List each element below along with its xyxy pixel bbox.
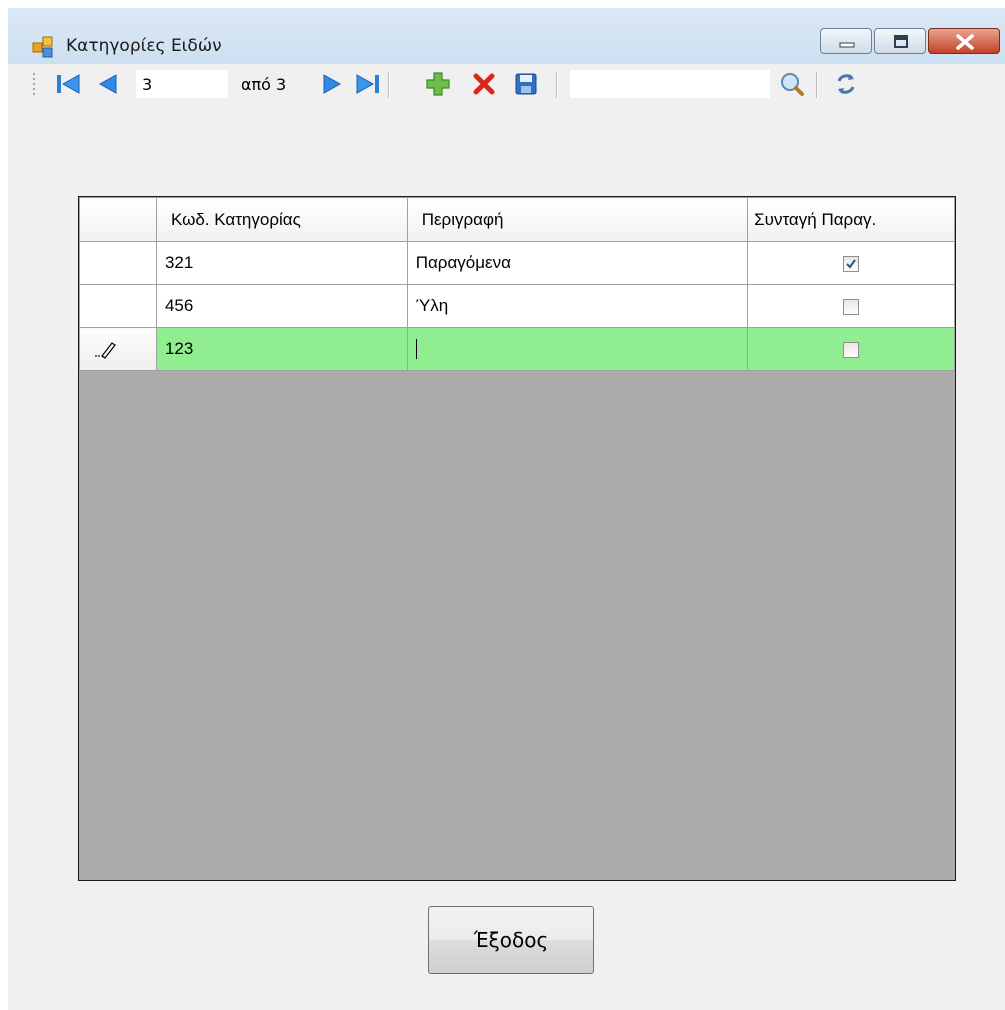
- minimize-button[interactable]: [820, 28, 872, 54]
- cell-code[interactable]: 456: [155, 284, 408, 328]
- toolbar-separator: [556, 72, 558, 98]
- column-header-recipe[interactable]: Συνταγή Παραγ.: [747, 197, 955, 242]
- window-title: Κατηγορίες Ειδών: [66, 36, 222, 56]
- table-row[interactable]: 321 Παραγόμενα: [79, 241, 955, 285]
- window: Κατηγορίες Ειδών 3 από 3 Κωδ. Κατηγορίας…: [8, 8, 1005, 1010]
- search-icon[interactable]: [778, 70, 806, 98]
- refresh-icon[interactable]: [832, 70, 860, 98]
- categories-grid[interactable]: Κωδ. Κατηγορίας Περιγραφή Συνταγή Παραγ.…: [78, 196, 956, 881]
- binding-navigator: από 3: [8, 64, 1005, 104]
- text-caret: [415, 339, 417, 360]
- column-header-description[interactable]: Περιγραφή: [406, 197, 749, 242]
- table-row-editing[interactable]: 123: [79, 327, 955, 371]
- grid-table: Κωδ. Κατηγορίας Περιγραφή Συνταγή Παραγ.…: [79, 197, 955, 371]
- client-area: από 3: [8, 64, 1005, 1010]
- cell-recipe[interactable]: [747, 241, 955, 285]
- title-bar: Κατηγορίες Ειδών: [8, 8, 1005, 64]
- table-row[interactable]: 456 Ύλη: [79, 284, 955, 328]
- move-next-icon[interactable]: [318, 70, 346, 98]
- recipe-checkbox[interactable]: [843, 341, 860, 358]
- cell-code[interactable]: 123: [155, 327, 408, 371]
- grid-header-row: Κωδ. Κατηγορίας Περιγραφή Συνταγή Παραγ.: [79, 197, 955, 242]
- row-header[interactable]: [79, 241, 157, 285]
- app-icon: [32, 36, 53, 58]
- column-header-code[interactable]: Κωδ. Κατηγορίας: [155, 197, 408, 242]
- cell-description[interactable]: Ύλη: [406, 284, 749, 328]
- maximize-button[interactable]: [874, 28, 926, 54]
- delete-icon[interactable]: [470, 70, 498, 98]
- row-header[interactable]: [79, 327, 157, 371]
- minimize-icon: [839, 42, 855, 48]
- row-header[interactable]: [79, 284, 157, 328]
- toolbar-grip[interactable]: [32, 70, 36, 98]
- cell-recipe[interactable]: [747, 284, 955, 328]
- toolbar-separator: [388, 72, 390, 98]
- search-input[interactable]: [570, 70, 770, 98]
- close-button[interactable]: [928, 28, 1000, 54]
- exit-button[interactable]: Έξοδος: [428, 906, 594, 974]
- check-icon: [846, 258, 856, 269]
- position-input[interactable]: [136, 70, 228, 98]
- cell-recipe[interactable]: [747, 327, 955, 371]
- toolbar-separator: [816, 72, 818, 98]
- add-new-icon[interactable]: [424, 70, 452, 98]
- save-icon[interactable]: [512, 70, 540, 98]
- edit-pencil-icon: [95, 342, 116, 359]
- move-last-icon[interactable]: [354, 70, 382, 98]
- move-previous-icon[interactable]: [94, 70, 122, 98]
- close-icon: [956, 34, 974, 50]
- recipe-checkbox[interactable]: [843, 298, 860, 315]
- record-count-label: από 3: [241, 75, 287, 94]
- grid-corner-header[interactable]: [79, 197, 157, 242]
- cell-description[interactable]: Παραγόμενα: [406, 241, 749, 285]
- cell-code[interactable]: 321: [155, 241, 408, 285]
- cell-description-editing[interactable]: [406, 327, 749, 371]
- maximize-icon: [894, 35, 908, 48]
- move-first-icon[interactable]: [54, 70, 82, 98]
- recipe-checkbox[interactable]: [843, 255, 860, 272]
